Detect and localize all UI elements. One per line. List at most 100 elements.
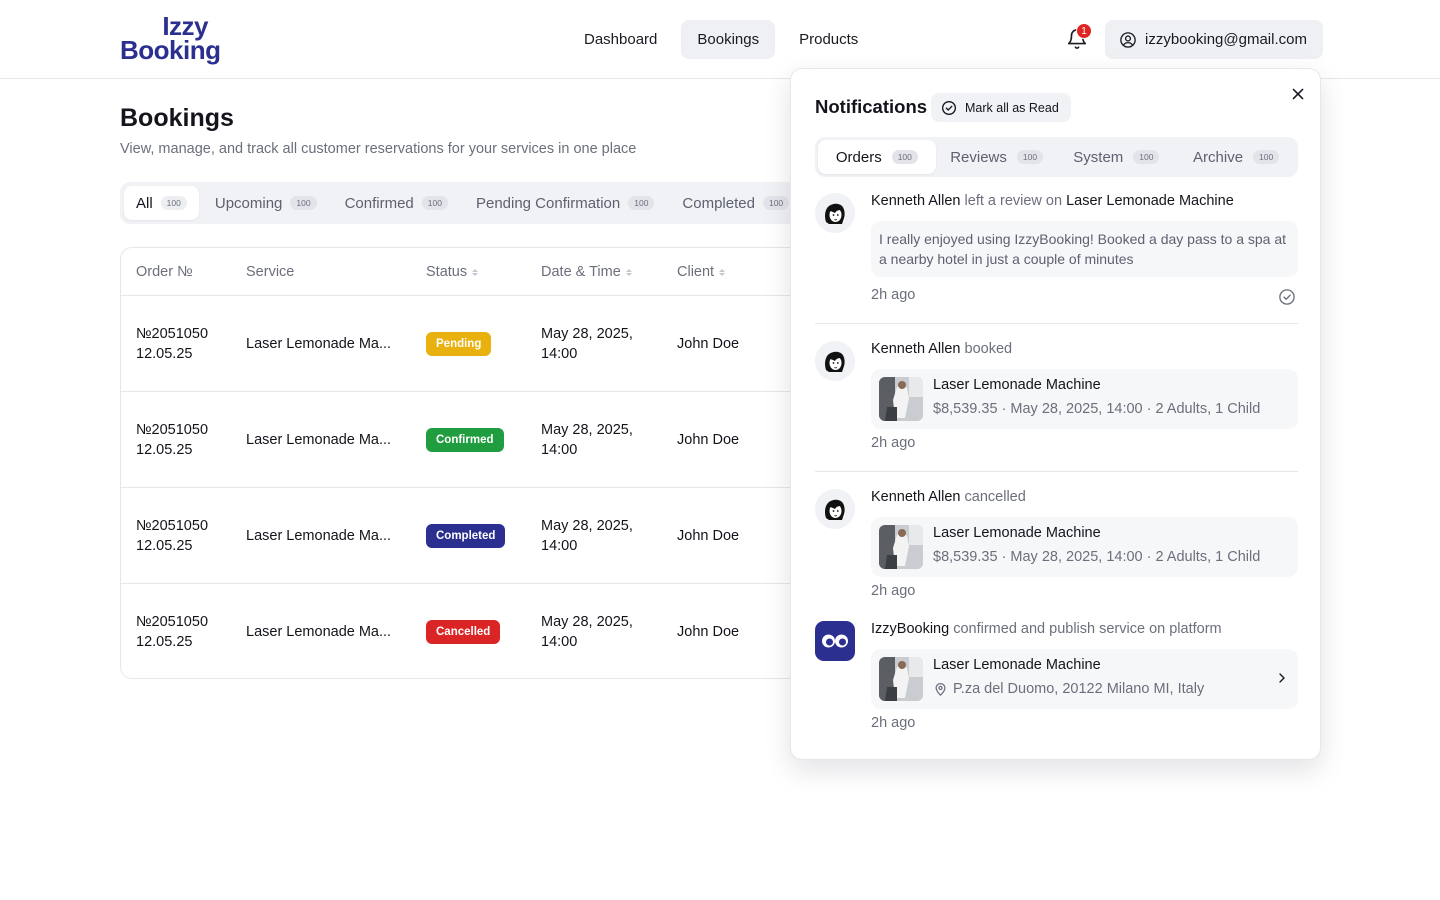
column-label: Date & Time	[541, 264, 621, 280]
notification-action: left a review on	[964, 193, 1063, 209]
account-button[interactable]: izzybooking@gmail.com	[1105, 20, 1323, 59]
order-number-cell: №2051050 12.05.25	[136, 612, 208, 652]
avatar	[815, 489, 855, 529]
service-thumbnail	[879, 377, 923, 421]
service-name: Laser Lemonade Ma...	[246, 624, 392, 640]
table-row[interactable]: №2051050 12.05.25 Laser Lemonade Ma... C…	[121, 488, 819, 584]
order-date: 12.05.25	[136, 538, 193, 554]
check-circle-icon[interactable]	[1278, 288, 1296, 306]
sort-icon	[472, 268, 479, 276]
close-icon[interactable]	[1288, 84, 1308, 104]
date-time-cell: May 28, 2025, 14:00	[541, 516, 633, 556]
table-row[interactable]: №2051050 12.05.25 Laser Lemonade Ma... C…	[121, 584, 819, 678]
notification-time: 2h ago	[871, 715, 916, 731]
filter-tab-label: Confirmed	[344, 194, 414, 212]
notification-booked[interactable]: Kenneth Allen booked Laser Lemonade Mach…	[815, 341, 1298, 472]
notification-actor: IzzyBooking	[871, 621, 950, 637]
date-time-cell: May 28, 2025, 14:00	[541, 324, 633, 364]
time-line: 14:00	[541, 442, 578, 458]
notification-actor: Kenneth Allen	[871, 489, 961, 505]
notification-cancelled[interactable]: Kenneth Allen cancelled Laser Lemonade M…	[815, 489, 1298, 609]
filter-tab-pending-confirmation[interactable]: Pending Confirmation 100	[464, 186, 666, 220]
account-email: izzybooking@gmail.com	[1145, 31, 1307, 48]
user-avatar-icon	[815, 341, 855, 381]
status-badge: Confirmed	[426, 428, 504, 452]
service-card[interactable]: Laser Lemonade Machine $8,539.35 · May 2…	[871, 369, 1298, 429]
filter-tab-label: All	[136, 194, 153, 212]
tab-count: 100	[1133, 150, 1160, 164]
client-name: John Doe	[677, 624, 740, 640]
filter-tab-all[interactable]: All 100	[124, 186, 199, 220]
notification-review[interactable]: Kenneth Allen left a review on Laser Lem…	[815, 193, 1298, 324]
notification-time: 2h ago	[871, 287, 916, 303]
order-number: №2051050	[136, 518, 209, 534]
notification-count-badge: 1	[1076, 23, 1092, 39]
filter-tab-confirmed[interactable]: Confirmed 100	[333, 186, 460, 220]
service-thumbnail	[879, 657, 923, 701]
notification-target: Laser Lemonade Machine	[1066, 193, 1234, 209]
izzybooking-avatar	[815, 621, 855, 661]
table-row[interactable]: №2051050 12.05.25 Laser Lemonade Ma... P…	[121, 296, 819, 392]
izzybooking-eyes-icon	[822, 634, 848, 648]
status-badge: Cancelled	[426, 620, 501, 644]
tab-archive[interactable]: Archive 100	[1177, 140, 1295, 174]
column-header-order: Order №	[136, 264, 193, 280]
column-label: Order №	[136, 264, 193, 280]
service-details: $8,539.35 · May 28, 2025, 14:00 · 2 Adul…	[933, 401, 1261, 417]
filter-tab-completed[interactable]: Completed 100	[670, 186, 800, 220]
date-line: May 28, 2025,	[541, 518, 633, 534]
notifications-panel: Notifications Mark all as Read Orders 10…	[790, 68, 1321, 760]
service-card[interactable]: Laser Lemonade Machine P.za del Duomo, 2…	[871, 649, 1298, 709]
status-badge: Pending	[426, 332, 492, 356]
filter-tab-count: 100	[160, 196, 187, 210]
mark-all-read-button[interactable]: Mark all as Read	[931, 93, 1071, 122]
booking-filter-tabs: All 100 Upcoming 100 Confirmed 100 Pendi…	[120, 182, 800, 224]
date-line: May 28, 2025,	[541, 422, 633, 438]
page-subtitle: View, manage, and track all customer res…	[120, 141, 637, 157]
tab-reviews[interactable]: Reviews 100	[938, 140, 1056, 174]
column-header-status[interactable]: Status	[426, 264, 479, 280]
bookings-table: Order № Service Status Date & Time Clien…	[120, 247, 820, 679]
order-date: 12.05.25	[136, 442, 193, 458]
date-time-cell: May 28, 2025, 14:00	[541, 612, 633, 652]
sort-icon	[719, 268, 726, 276]
service-title: Laser Lemonade Machine	[933, 377, 1101, 393]
service-details: $8,539.35 · May 28, 2025, 14:00 · 2 Adul…	[933, 549, 1261, 565]
chevron-right-icon[interactable]	[1274, 670, 1290, 686]
service-card[interactable]: Laser Lemonade Machine $8,539.35 · May 2…	[871, 517, 1298, 577]
user-avatar-icon	[815, 193, 855, 233]
service-name: Laser Lemonade Ma...	[246, 432, 392, 448]
nav-dashboard[interactable]: Dashboard	[568, 20, 673, 59]
filter-tab-count: 100	[421, 196, 448, 210]
nav-bookings[interactable]: Bookings	[681, 20, 776, 59]
tab-orders[interactable]: Orders 100	[818, 140, 936, 174]
nav-products[interactable]: Products	[783, 20, 874, 59]
order-number-cell: №2051050 12.05.25	[136, 420, 208, 460]
service-thumbnail	[879, 525, 923, 569]
order-number-cell: №2051050 12.05.25	[136, 516, 208, 556]
izzybooking-logo[interactable]: Izzy Booking	[120, 13, 221, 66]
column-label: Status	[426, 264, 468, 280]
avatar	[815, 193, 855, 233]
notification-platform[interactable]: IzzyBooking confirmed and publish servic…	[815, 621, 1298, 741]
filter-tab-upcoming[interactable]: Upcoming 100	[203, 186, 329, 220]
column-label: Service	[246, 264, 295, 280]
tab-label: Archive	[1193, 148, 1244, 166]
sort-icon	[625, 268, 632, 276]
table-header: Order № Service Status Date & Time Clien…	[121, 248, 819, 296]
filter-tab-count: 100	[628, 196, 655, 210]
date-time-cell: May 28, 2025, 14:00	[541, 420, 633, 460]
tab-system[interactable]: System 100	[1058, 140, 1176, 174]
review-quote: I really enjoyed using IzzyBooking! Book…	[871, 221, 1298, 277]
service-photo-icon	[879, 657, 923, 701]
filter-tab-count: 100	[290, 196, 317, 210]
service-name: Laser Lemonade Ma...	[246, 336, 392, 352]
notification-text: Kenneth Allen left a review on Laser Lem…	[871, 193, 1234, 209]
column-header-date[interactable]: Date & Time	[541, 264, 632, 280]
tab-count: 100	[1253, 150, 1280, 164]
column-header-client[interactable]: Client	[677, 264, 726, 280]
filter-tab-label: Completed	[682, 194, 755, 212]
column-header-service: Service	[246, 264, 294, 280]
user-avatar-icon	[815, 489, 855, 529]
table-row[interactable]: №2051050 12.05.25 Laser Lemonade Ma... C…	[121, 392, 819, 488]
